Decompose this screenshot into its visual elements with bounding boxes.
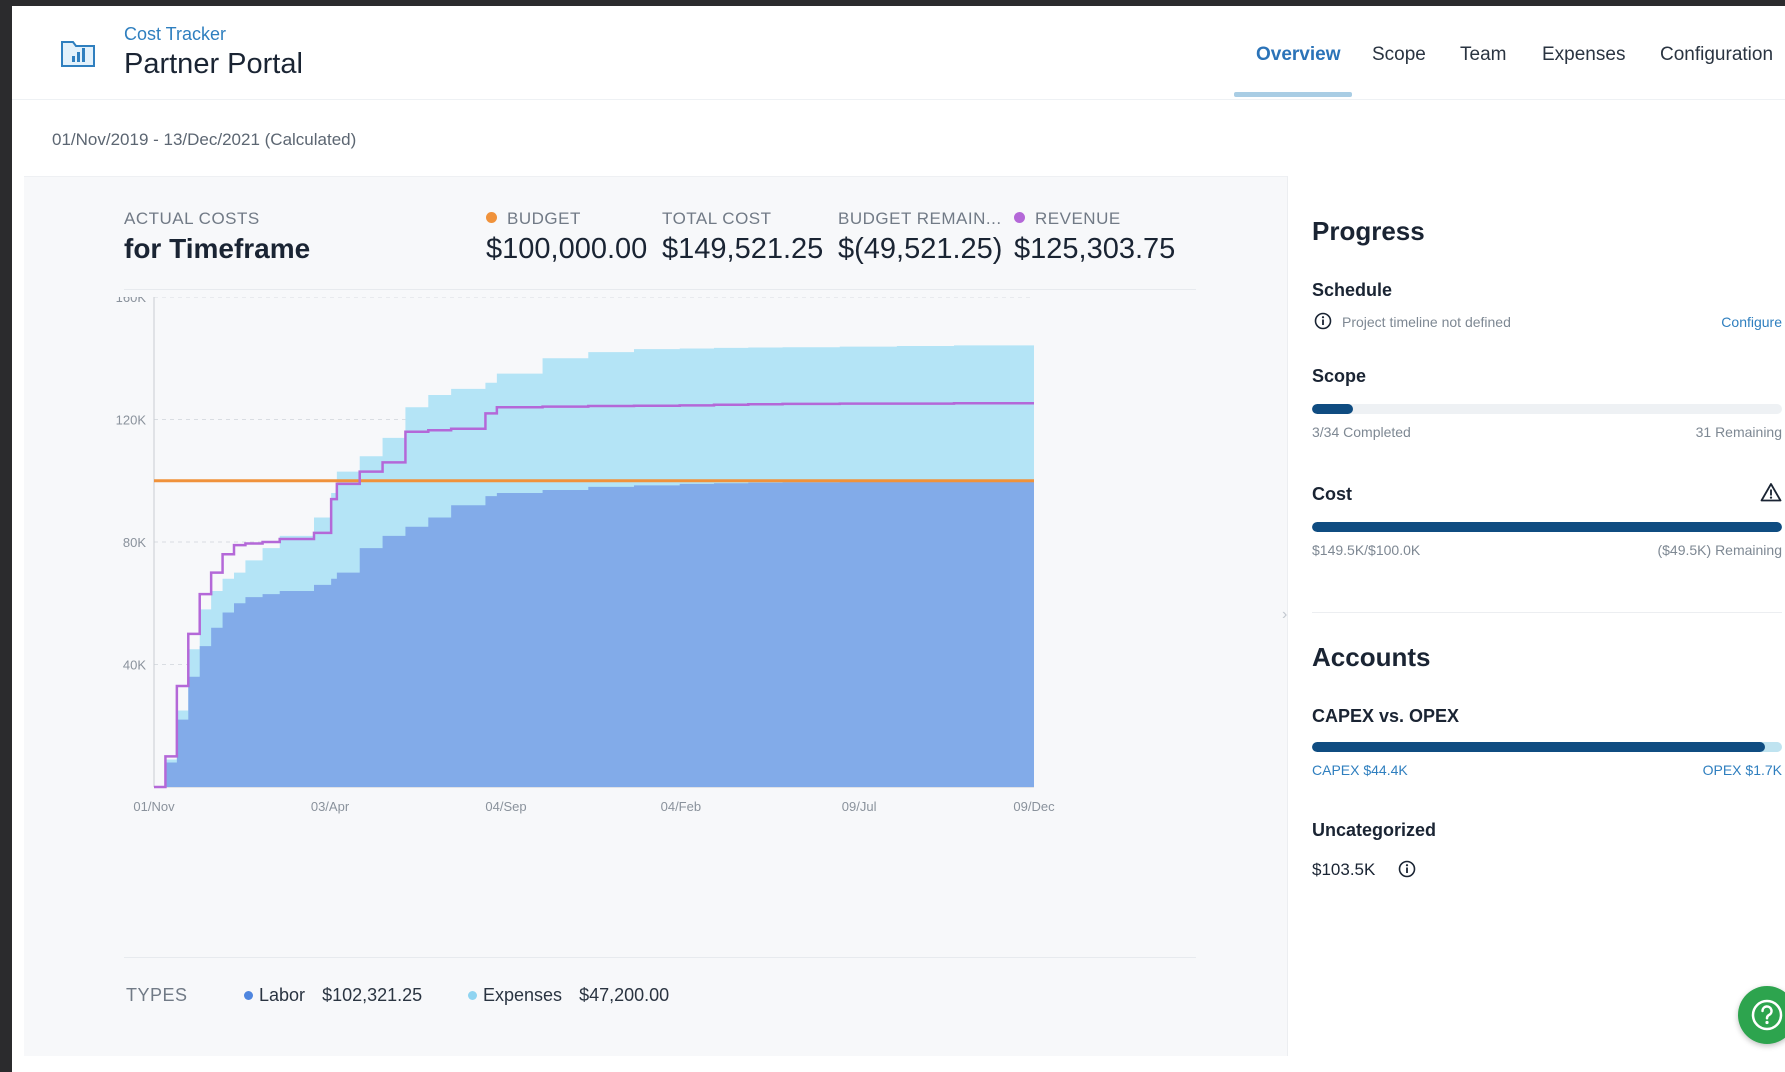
capex-opex-label: CAPEX vs. OPEX (1312, 706, 1460, 726)
tab-overview[interactable]: Overview (1256, 44, 1341, 66)
cost-label: Cost (1312, 484, 1352, 504)
budget-remaining-value: $(49,521.25) (838, 233, 1003, 265)
info-icon (1314, 312, 1332, 330)
x-tick-label: 03/Apr (311, 799, 350, 814)
budget-dot (486, 212, 497, 223)
progress-sidebar: Progress Schedule Project timeline not d… (1312, 176, 1782, 1056)
tab-expenses[interactable]: Expenses (1542, 44, 1625, 66)
y-tick-label: 120K (116, 413, 147, 428)
scope-completed-text: 3/34 Completed (1312, 424, 1411, 440)
revenue-dot (1014, 212, 1025, 223)
total-cost-value: $149,521.25 (662, 233, 824, 265)
summary-divider (124, 289, 1196, 290)
x-tick-label: 09/Dec (1013, 799, 1055, 814)
scope-progress-fill (1312, 404, 1354, 414)
tab-configuration[interactable]: Configuration (1660, 44, 1773, 66)
scope-label: Scope (1312, 366, 1367, 386)
capex-fill (1312, 742, 1765, 752)
accounts-title: Accounts (1312, 642, 1431, 672)
uncategorized-info-icon[interactable] (1398, 860, 1416, 878)
uncategorized-label: Uncategorized (1312, 820, 1437, 840)
progress-title: Progress (1312, 216, 1425, 246)
app-title: Partner Portal (124, 48, 303, 80)
expenses-value: $47,200.00 (579, 985, 670, 1005)
budget-value: $100,000.00 (486, 233, 648, 265)
x-tick-label: 01/Nov (133, 799, 175, 814)
revenue-value: $125,303.75 (1014, 233, 1176, 265)
actual-costs-title: for Timeframe (124, 233, 311, 264)
sidebar-divider (1312, 612, 1782, 613)
folder-chart-icon (61, 41, 95, 67)
type-expenses: Expenses $47,200.00 (468, 985, 669, 1006)
date-range: 01/Nov/2019 - 13/Dec/2021 (Calculated) (52, 130, 357, 149)
x-tick-label: 04/Feb (661, 799, 701, 814)
labor-value: $102,321.25 (322, 985, 423, 1005)
help-button[interactable] (1738, 986, 1785, 1044)
app-subtitle: Cost Tracker (124, 24, 227, 44)
app-page: Cost Tracker Partner Portal Overview Sco… (12, 6, 1785, 1072)
capex-text: CAPEX $44.4K (1312, 762, 1408, 778)
x-tick-label: 04/Sep (485, 799, 526, 814)
scope-progress-bar (1312, 404, 1782, 414)
cost-remaining-text: ($49.5K) Remaining (1657, 542, 1782, 558)
configure-schedule-link[interactable]: Configure (1721, 314, 1782, 330)
types-divider (124, 957, 1196, 958)
opex-text: OPEX $1.7K (1702, 762, 1782, 778)
header: Cost Tracker Partner Portal Overview Sco… (12, 6, 1785, 100)
budget-remaining-label: BUDGET REMAIN... (838, 209, 1002, 228)
scope-remaining-text: 31 Remaining (1695, 424, 1782, 440)
cost-spent-text: $149.5K/$100.0K (1312, 542, 1421, 558)
active-tab-indicator (1234, 92, 1352, 97)
x-tick-label: 09/Jul (842, 799, 877, 814)
types-label: TYPES (126, 985, 188, 1005)
total-cost-label: TOTAL COST (662, 209, 772, 228)
schedule-label: Schedule (1312, 280, 1393, 300)
cost-summary: ACTUAL COSTS for Timeframe BUDGET $100,0… (24, 177, 1287, 289)
uncategorized-value: $103.5K (1312, 860, 1376, 879)
type-labor: Labor $102,321.25 (244, 985, 422, 1006)
cost-progress-fill (1312, 522, 1782, 532)
revenue-label: REVENUE (1014, 209, 1121, 229)
labor-dot (244, 991, 253, 1000)
budget-label: BUDGET (486, 209, 581, 229)
tab-team[interactable]: Team (1460, 44, 1506, 66)
cost-over-time-chart: 160K 120K 80K 40K 01/Nov 03/Apr 04/Sep 04/Feb 09… (116, 297, 1055, 814)
actual-costs-label: ACTUAL COSTS (124, 209, 260, 228)
y-tick-label: 160K (116, 297, 147, 305)
schedule-message: Project timeline not defined (1342, 314, 1511, 330)
expenses-dot (468, 991, 477, 1000)
labor-area (154, 480, 1034, 787)
cost-progress-bar (1312, 522, 1782, 532)
cost-chart-panel: ACTUAL COSTS for Timeframe BUDGET $100,0… (24, 176, 1287, 1056)
chevron-right-icon[interactable]: › (1282, 606, 1287, 624)
help-icon (1751, 999, 1783, 1031)
warning-icon (1760, 483, 1782, 502)
tab-scope[interactable]: Scope (1372, 44, 1426, 66)
capex-opex-bar (1312, 742, 1782, 752)
y-tick-label: 40K (123, 658, 146, 673)
y-tick-label: 80K (123, 535, 146, 550)
